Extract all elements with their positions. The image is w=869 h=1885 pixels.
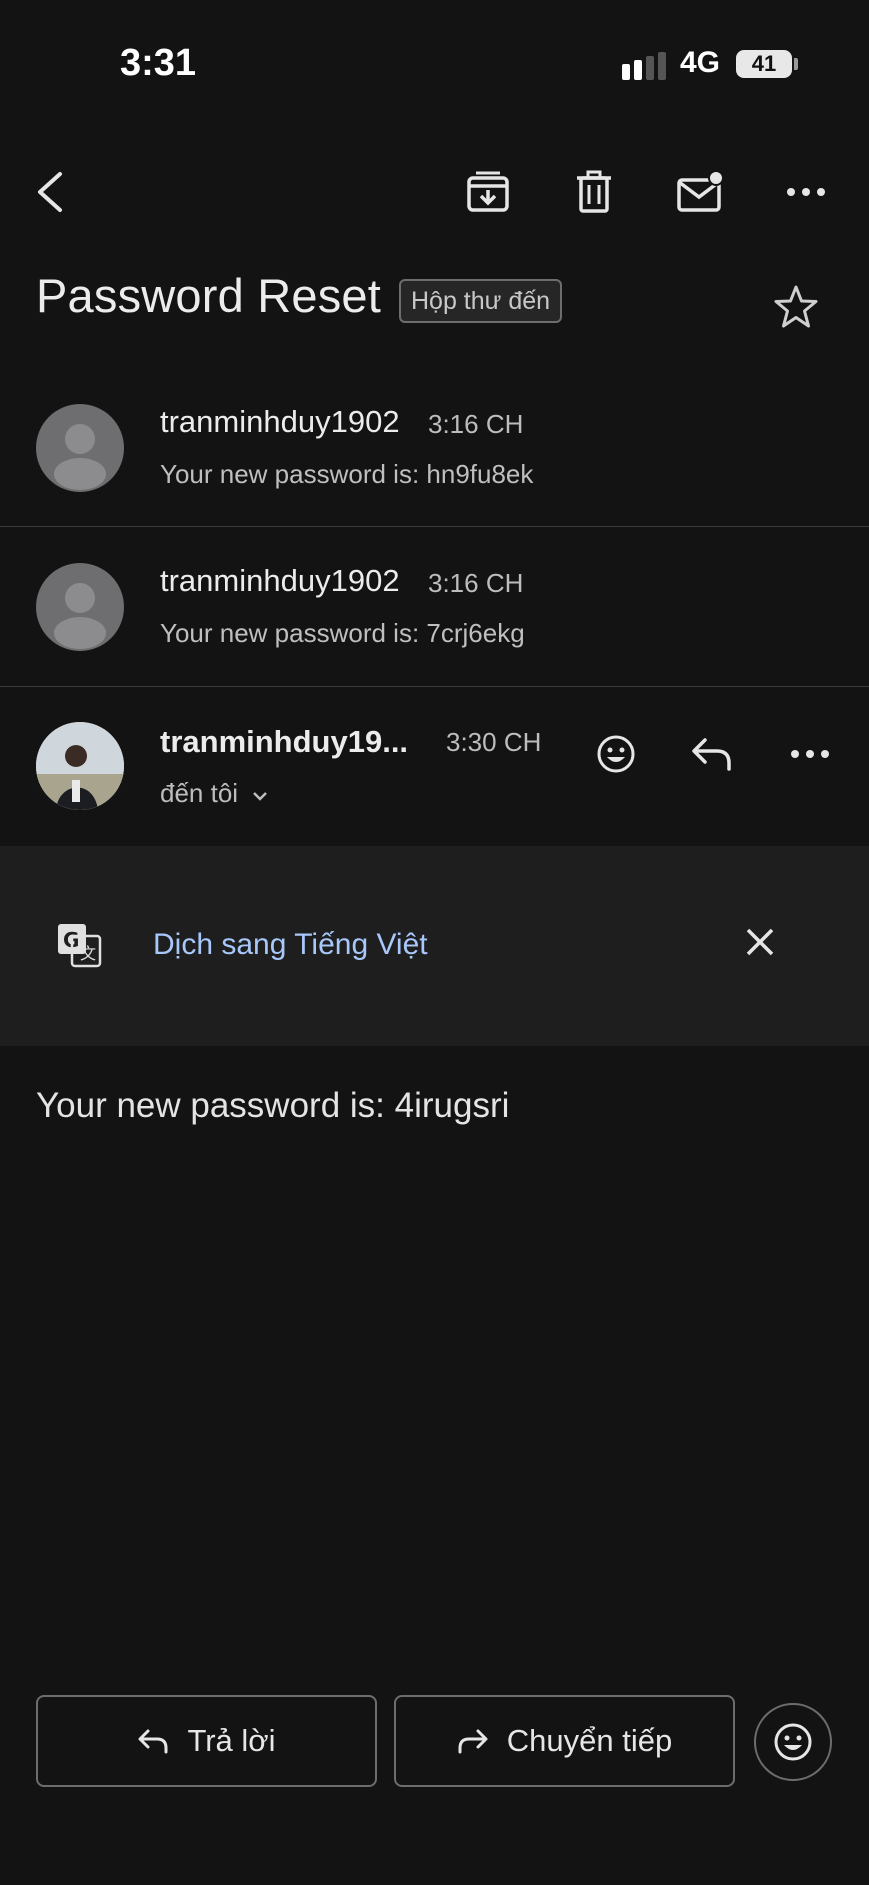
- recipient-label: đến tôi: [160, 778, 239, 808]
- emoji-reaction-button[interactable]: [754, 1703, 832, 1781]
- translate-link[interactable]: Dịch sang Tiếng Việt: [153, 928, 428, 962]
- emoji-icon: [774, 1723, 812, 1761]
- sender-name: tranminhduy1902: [160, 563, 400, 598]
- more-horizontal-icon: [791, 750, 829, 758]
- more-horizontal-icon: [787, 188, 825, 196]
- reply-icon-button[interactable]: [682, 724, 742, 784]
- avatar-placeholder-icon: [54, 583, 106, 649]
- sender-name[interactable]: tranminhduy19...: [160, 724, 408, 760]
- avatar: [36, 404, 124, 492]
- avatar: [36, 563, 124, 651]
- forward-icon: [458, 1729, 488, 1754]
- message-snippet: Your new password is: 7crj6ekg: [160, 618, 525, 648]
- forward-label: Chuyển tiếp: [506, 1723, 673, 1758]
- close-button[interactable]: [740, 922, 780, 962]
- inbox-label-chip[interactable]: Hộp thư đến: [399, 279, 563, 323]
- close-icon: [746, 928, 774, 956]
- more-button[interactable]: [776, 162, 836, 222]
- reply-icon: [138, 1729, 168, 1754]
- message-snippet: Your new password is: hn9fu8ek: [160, 459, 534, 489]
- message-time: 3:16 CH: [428, 568, 524, 598]
- message-time: 3:16 CH: [428, 409, 524, 439]
- chevron-left-icon: [38, 172, 62, 212]
- mark-unread-icon: [677, 170, 724, 212]
- message-time: 3:30 CH: [446, 727, 542, 757]
- emoji-icon: [597, 735, 635, 773]
- delete-button[interactable]: [564, 162, 624, 222]
- svg-text:文: 文: [80, 944, 96, 963]
- network-type: 4G: [680, 46, 721, 79]
- battery-tip: [794, 58, 798, 70]
- sender-name: tranminhduy1902: [160, 404, 400, 439]
- recipient-details[interactable]: đến tôi: [160, 778, 269, 809]
- chevron-down-icon: [253, 792, 268, 801]
- message-body: Your new password is: 4irugsri: [36, 1086, 510, 1125]
- email-subject: Password Reset: [36, 269, 381, 322]
- reply-label: Trả lời: [187, 1723, 276, 1758]
- divider: [0, 686, 869, 687]
- signal-icon: [622, 52, 666, 80]
- battery-icon: 41: [736, 50, 792, 78]
- avatar-placeholder-icon: [54, 424, 106, 490]
- reply-button[interactable]: Trả lời: [36, 1695, 377, 1787]
- archive-icon: [467, 171, 509, 212]
- archive-button[interactable]: [458, 162, 518, 222]
- status-time: 3:31: [120, 42, 197, 84]
- reply-icon: [692, 738, 731, 771]
- divider: [0, 526, 869, 527]
- forward-button[interactable]: Chuyển tiếp: [394, 1695, 735, 1787]
- add-reaction-button[interactable]: [586, 724, 646, 784]
- mark-unread-button[interactable]: [670, 162, 730, 222]
- translate-banner: [0, 846, 869, 1046]
- star-icon[interactable]: [772, 284, 820, 330]
- message-more-button[interactable]: [780, 724, 840, 784]
- back-button[interactable]: [20, 162, 80, 222]
- trash-icon: [577, 170, 611, 213]
- sender-avatar-photo[interactable]: [36, 722, 124, 810]
- profile-photo: [36, 722, 124, 810]
- translate-icon: G 文: [58, 924, 102, 968]
